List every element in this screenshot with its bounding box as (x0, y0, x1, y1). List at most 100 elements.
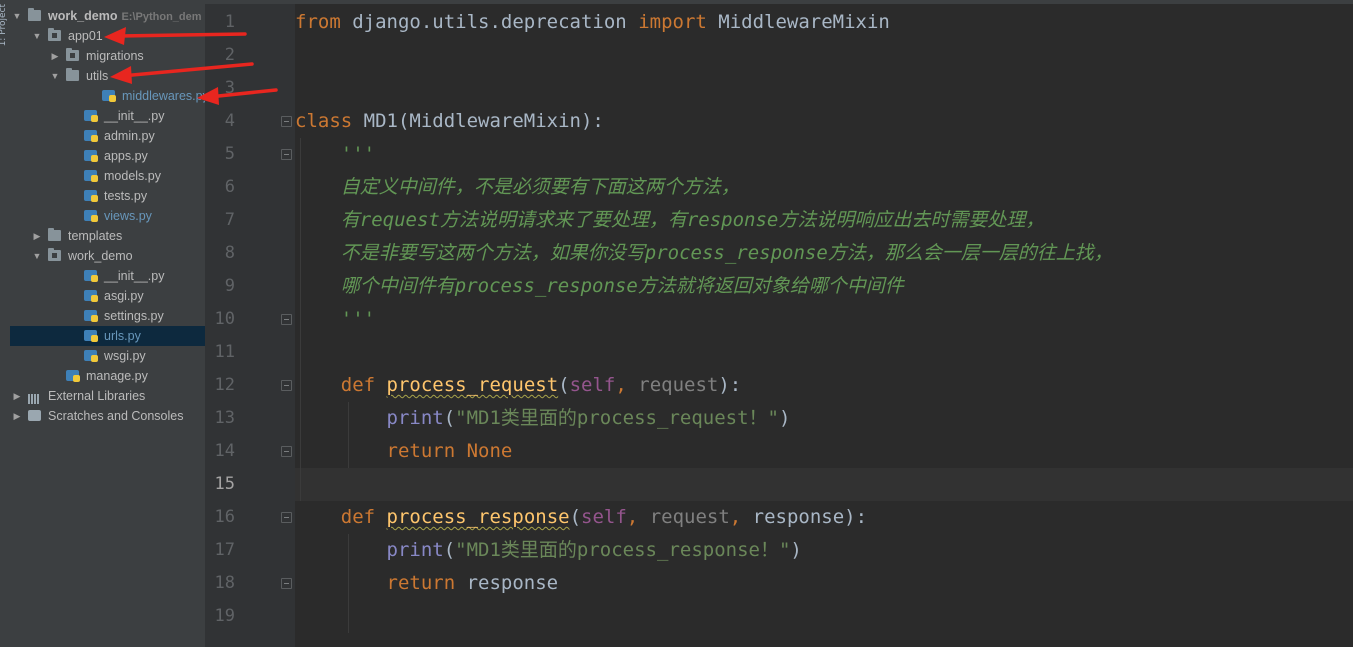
tree-item-name: apps.py (104, 149, 148, 163)
code-token: from (295, 11, 341, 33)
scratch-icon (28, 410, 41, 421)
tree-row[interactable]: models.py (10, 166, 205, 186)
line-number: 10 (214, 309, 235, 329)
python-file-icon (84, 190, 98, 202)
fold-marker-icon[interactable] (281, 446, 292, 457)
code-token: 自定义中间件，不是必须要有下面这两个方法， (340, 176, 740, 198)
tree-row[interactable]: manage.py (10, 366, 205, 386)
code-line[interactable]: def process_response(self, request, resp… (295, 501, 1353, 534)
tree-item-name: settings.py (104, 309, 164, 323)
code-editor[interactable]: from django.utils.deprecation import Mid… (295, 4, 1353, 647)
code-line[interactable]: print("MD1类里面的process_request！") (295, 402, 1353, 435)
code-token: def (340, 374, 376, 396)
tree-row[interactable]: apps.py (10, 146, 205, 166)
line-number: 19 (214, 606, 235, 626)
tree-row[interactable]: admin.py (10, 126, 205, 146)
code-line[interactable]: 自定义中间件，不是必须要有下面这两个方法， (295, 171, 1353, 204)
code-token: "MD1类里面的process_request！" (455, 407, 779, 429)
code-token: response): (741, 506, 868, 528)
code-line[interactable]: return response (295, 567, 1353, 600)
code-token: process_request (386, 374, 559, 396)
tree-row[interactable]: ▼ work_demo (10, 246, 205, 266)
fold-marker-icon[interactable] (281, 116, 292, 127)
tree-item-name: Scratches and Consoles (48, 409, 184, 423)
code-token: self (569, 374, 616, 396)
chevron-down-icon[interactable]: ▼ (32, 26, 42, 46)
chevron-right-icon[interactable]: ▶ (32, 226, 42, 246)
code-token: return (386, 440, 456, 462)
fold-marker-icon[interactable] (281, 380, 292, 391)
code-token: None (466, 440, 513, 462)
tree-item-name: tests.py (104, 189, 148, 203)
python-file-icon (84, 330, 98, 342)
code-line[interactable]: ''' (295, 303, 1353, 336)
code-line[interactable]: class MD1(MiddlewareMixin): (295, 105, 1353, 138)
code-token: self (581, 506, 627, 528)
code-line[interactable]: ''' (295, 138, 1353, 171)
code-line[interactable] (295, 72, 1353, 105)
tree-item-name: __init__.py (104, 109, 165, 123)
code-line[interactable]: 有request方法说明请求来了要处理，有response方法说明响应出去时需要… (295, 204, 1353, 237)
code-line[interactable] (295, 39, 1353, 72)
code-line[interactable]: return None (295, 435, 1353, 468)
code-line[interactable]: print("MD1类里面的process_response！") (295, 534, 1353, 567)
tree-row[interactable]: ▼ app01 (10, 26, 205, 46)
tree-row[interactable]: views.py (10, 206, 205, 226)
tree-row[interactable]: middlewares.py (10, 86, 205, 106)
tree-item-label: migrations (86, 46, 144, 66)
chevron-down-icon[interactable]: ▼ (12, 6, 22, 26)
code-line[interactable]: 不是非要写这两个方法，如果你没写process_response方法，那么会一层… (295, 237, 1353, 270)
fold-marker-icon[interactable] (281, 578, 292, 589)
code-line[interactable] (295, 468, 1353, 501)
code-line[interactable]: 哪个中间件有process_response方法就将返回对象给哪个中间件 (295, 270, 1353, 303)
line-number: 4 (224, 111, 235, 131)
tree-row[interactable]: ▶ migrations (10, 46, 205, 66)
tree-row[interactable]: asgi.py (10, 286, 205, 306)
chevron-right-icon[interactable]: ▶ (12, 386, 22, 406)
python-file-icon (84, 210, 98, 222)
tree-row[interactable]: ▶ External Libraries (10, 386, 205, 406)
line-number: 1 (224, 12, 235, 32)
fold-marker-icon[interactable] (281, 512, 292, 523)
code-token: ( (443, 407, 456, 429)
code-token: ): (718, 374, 742, 396)
chevron-right-icon[interactable]: ▶ (12, 406, 22, 426)
tree-item-label: app01 (68, 26, 103, 46)
tree-row[interactable]: wsgi.py (10, 346, 205, 366)
tree-row[interactable]: settings.py (10, 306, 205, 326)
tree-row[interactable]: __init__.py (10, 266, 205, 286)
code-token: return (386, 572, 456, 594)
tree-row[interactable]: ▼ work_demo E:\Python_dem (10, 6, 205, 26)
line-number: 2 (224, 45, 235, 65)
code-token: ''' (340, 143, 376, 165)
tree-item-label: work_demo (68, 246, 133, 266)
tree-item-label: work_demo E:\Python_dem (48, 6, 202, 27)
tree-row[interactable]: __init__.py (10, 106, 205, 126)
tree-row[interactable]: ▶ Scratches and Consoles (10, 406, 205, 426)
code-token: MD1(MiddlewareMixin): (352, 110, 604, 132)
tree-row[interactable]: ▶ templates (10, 226, 205, 246)
code-line[interactable] (295, 336, 1353, 369)
tree-row[interactable]: ▼ utils (10, 66, 205, 86)
chevron-down-icon[interactable]: ▼ (50, 66, 60, 86)
tree-item-name: urls.py (104, 329, 141, 343)
chevron-right-icon[interactable]: ▶ (50, 46, 60, 66)
chevron-down-icon[interactable]: ▼ (32, 246, 42, 266)
tree-row[interactable]: urls.py (10, 326, 205, 346)
code-token: ( (569, 506, 582, 528)
code-line[interactable]: def process_request(self, request): (295, 369, 1353, 402)
code-token: , (729, 506, 742, 528)
tree-item-label: __init__.py (104, 266, 164, 286)
tree-item-name: utils (86, 69, 109, 83)
fold-marker-icon[interactable] (281, 314, 292, 325)
module-folder-icon (66, 48, 79, 61)
code-line[interactable]: from django.utils.deprecation import Mid… (295, 6, 1353, 39)
tree-row[interactable]: tests.py (10, 186, 205, 206)
fold-marker-icon[interactable] (281, 149, 292, 160)
code-line[interactable] (295, 600, 1353, 633)
